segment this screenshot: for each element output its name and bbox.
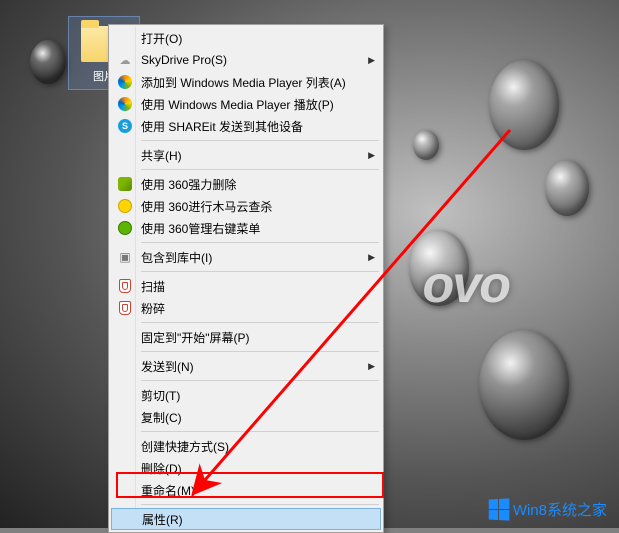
menu-send-to[interactable]: 发送到(N)▶ bbox=[111, 355, 381, 377]
watermark-text: Win8系统之家 bbox=[513, 499, 607, 520]
menu-include-library[interactable]: ▣ 包含到库中(I)▶ bbox=[111, 246, 381, 268]
chevron-right-icon: ▶ bbox=[368, 361, 375, 372]
menu-separator bbox=[141, 140, 379, 141]
cloud-icon: ☁ bbox=[120, 54, 131, 67]
menu-shield-scan[interactable]: 扫描 bbox=[111, 275, 381, 297]
menu-separator bbox=[141, 504, 379, 505]
menu-separator bbox=[141, 322, 379, 323]
360-yellow-icon bbox=[118, 199, 132, 213]
menu-open[interactable]: 打开(O) bbox=[111, 27, 381, 49]
shareit-icon: S bbox=[118, 119, 132, 133]
wmp-icon bbox=[118, 97, 132, 111]
menu-share[interactable]: 共享(H)▶ bbox=[111, 144, 381, 166]
windows-logo-icon bbox=[489, 498, 510, 520]
shield-icon bbox=[119, 279, 131, 293]
wmp-icon bbox=[118, 75, 132, 89]
menu-wmp-add[interactable]: 添加到 Windows Media Player 列表(A) bbox=[111, 71, 381, 93]
menu-copy[interactable]: 复制(C) bbox=[111, 406, 381, 428]
context-menu: 打开(O) ☁ SkyDrive Pro(S)▶ 添加到 Windows Med… bbox=[108, 24, 384, 533]
menu-properties[interactable]: 属性(R) bbox=[111, 508, 381, 530]
menu-delete[interactable]: 删除(D) bbox=[111, 457, 381, 479]
chevron-right-icon: ▶ bbox=[368, 150, 375, 161]
360-green-icon bbox=[118, 221, 132, 235]
chevron-right-icon: ▶ bbox=[368, 55, 375, 66]
shield-icon bbox=[119, 301, 131, 315]
sweep-icon bbox=[118, 177, 132, 191]
menu-separator bbox=[141, 271, 379, 272]
menu-shareit[interactable]: S 使用 SHAREit 发送到其他设备 bbox=[111, 115, 381, 137]
menu-separator bbox=[141, 431, 379, 432]
menu-separator bbox=[141, 351, 379, 352]
menu-360-manage[interactable]: 使用 360管理右键菜单 bbox=[111, 217, 381, 239]
library-icon: ▣ bbox=[119, 250, 130, 264]
menu-360-scan[interactable]: 使用 360进行木马云查杀 bbox=[111, 195, 381, 217]
win8-watermark: Win8系统之家 bbox=[488, 499, 607, 520]
menu-cut[interactable]: 剪切(T) bbox=[111, 384, 381, 406]
menu-shield-shred[interactable]: 粉碎 bbox=[111, 297, 381, 319]
menu-wmp-play[interactable]: 使用 Windows Media Player 播放(P) bbox=[111, 93, 381, 115]
menu-separator bbox=[141, 169, 379, 170]
chevron-right-icon: ▶ bbox=[368, 252, 375, 263]
menu-separator bbox=[141, 380, 379, 381]
menu-create-shortcut[interactable]: 创建快捷方式(S) bbox=[111, 435, 381, 457]
menu-360-delete[interactable]: 使用 360强力删除 bbox=[111, 173, 381, 195]
menu-rename[interactable]: 重命名(M) bbox=[111, 479, 381, 501]
menu-pin-start[interactable]: 固定到"开始"屏幕(P) bbox=[111, 326, 381, 348]
lenovo-logo: ovo bbox=[423, 255, 509, 315]
menu-skydrive[interactable]: ☁ SkyDrive Pro(S)▶ bbox=[111, 49, 381, 71]
menu-separator bbox=[141, 242, 379, 243]
